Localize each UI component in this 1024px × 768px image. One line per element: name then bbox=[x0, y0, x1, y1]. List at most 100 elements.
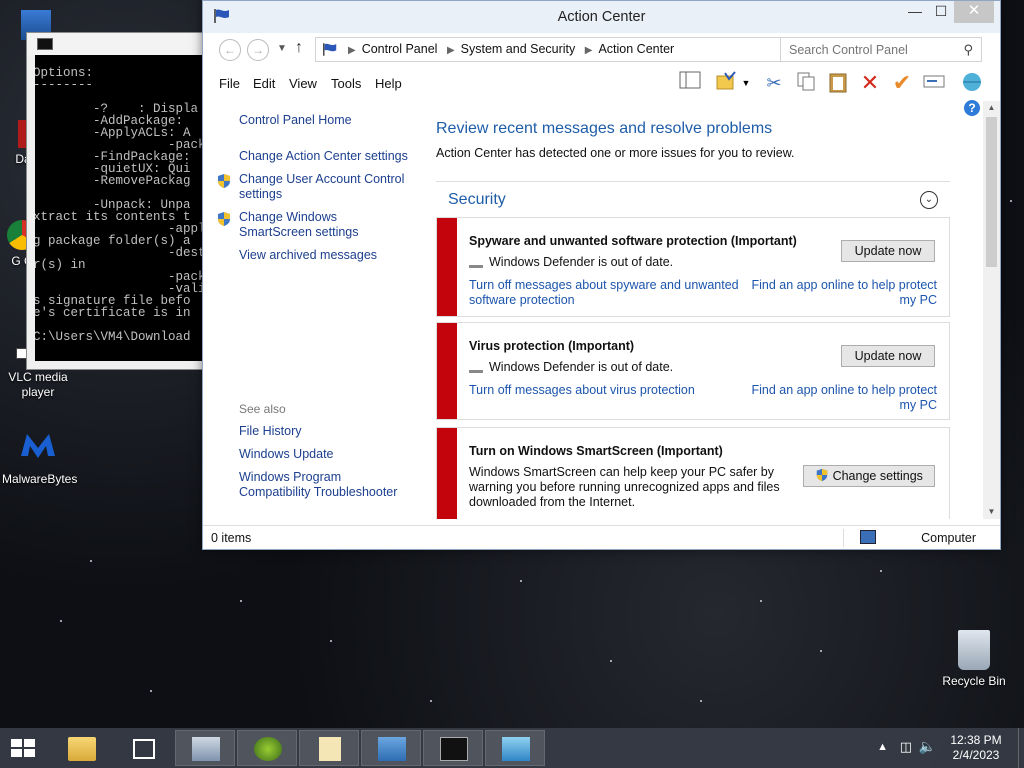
search-icon[interactable]: ⚲ bbox=[963, 42, 973, 58]
chevron-right-icon[interactable]: ▶ bbox=[585, 45, 593, 56]
network-computer-icon bbox=[378, 737, 406, 761]
rename-icon[interactable] bbox=[921, 71, 947, 95]
action-center-window[interactable]: Action Center — ☐ ✕ ← → ▼ ↑ ▶ Control Pan… bbox=[202, 0, 1001, 550]
card-title: Spyware and unwanted software protection… bbox=[469, 234, 797, 248]
folder-icon bbox=[68, 737, 96, 761]
menu-help[interactable]: Help bbox=[375, 76, 402, 91]
clock-date: 2/4/2023 bbox=[952, 748, 1000, 762]
checkmark-icon[interactable]: ✔ bbox=[889, 71, 915, 95]
cut-icon[interactable]: ✂ bbox=[761, 71, 787, 95]
title-bar[interactable]: Action Center — ☐ ✕ bbox=[203, 1, 1000, 33]
menu-view[interactable]: View bbox=[289, 76, 317, 91]
nav-change-uac-settings[interactable]: Change User Account Control settings bbox=[239, 172, 409, 202]
defender-icon bbox=[469, 363, 483, 373]
desktop-icon-malwarebytes[interactable]: MalwareBytes bbox=[2, 426, 77, 487]
desktop-icon-recycle-bin[interactable]: Recycle Bin bbox=[938, 630, 1010, 689]
recent-locations-button[interactable]: ▼ bbox=[277, 43, 287, 54]
item-count: 0 items bbox=[211, 531, 252, 545]
taskbar-network-setup[interactable] bbox=[361, 730, 421, 766]
taskbar-app-gecko[interactable] bbox=[237, 730, 297, 766]
nav-change-smartscreen-settings[interactable]: Change Windows SmartScreen settings bbox=[239, 210, 409, 240]
gecko-icon bbox=[254, 737, 282, 761]
address-row: ← → ▼ ↑ ▶ Control Panel ▶ System and Secur… bbox=[203, 37, 1000, 63]
card-title: Turn on Windows SmartScreen (Important) bbox=[469, 444, 723, 458]
menu-edit[interactable]: Edit bbox=[253, 76, 275, 91]
breadcrumb-action-center[interactable]: Action Center bbox=[598, 42, 674, 56]
menu-tools[interactable]: Tools bbox=[331, 76, 361, 91]
folder-properties-icon[interactable] bbox=[713, 71, 739, 95]
chevron-down-icon: ▼ bbox=[277, 43, 287, 54]
volume-icon[interactable]: 🔈 bbox=[919, 738, 936, 755]
nav-view-archived-messages[interactable]: View archived messages bbox=[239, 248, 409, 263]
nav-compatibility-troubleshooter[interactable]: Windows Program Compatibility Troublesho… bbox=[239, 470, 414, 500]
vertical-scrollbar[interactable]: ▲ ▼ bbox=[983, 101, 1000, 519]
close-button[interactable]: ✕ bbox=[954, 1, 994, 23]
critical-severity-bar bbox=[437, 218, 457, 316]
copy-icon[interactable] bbox=[793, 71, 819, 95]
malwarebytes-icon bbox=[17, 426, 59, 468]
critical-severity-bar bbox=[437, 323, 457, 419]
taskbar-notepad[interactable] bbox=[299, 730, 359, 766]
delete-icon[interactable]: ✕ bbox=[857, 71, 883, 95]
taskbar-control-panel[interactable] bbox=[485, 730, 545, 766]
options-icon[interactable] bbox=[959, 71, 985, 95]
forward-arrow-icon: → bbox=[252, 43, 264, 57]
turn-off-messages-link[interactable]: Turn off messages about spyware and unwa… bbox=[469, 278, 739, 308]
layout-icon[interactable] bbox=[677, 71, 703, 95]
start-button[interactable] bbox=[8, 736, 38, 760]
section-security-heading[interactable]: Security bbox=[448, 191, 506, 209]
message-card-spyware: Spyware and unwanted software protection… bbox=[436, 217, 950, 317]
update-now-button[interactable]: Update now bbox=[841, 345, 935, 367]
nav-file-history[interactable]: File History bbox=[239, 424, 409, 439]
console-text: Options: -------- -? : Displa -AddPackag… bbox=[35, 66, 206, 344]
scrollbar-thumb[interactable] bbox=[986, 117, 997, 267]
taskbar-command-prompt[interactable] bbox=[423, 730, 483, 766]
collapse-section-button[interactable]: ⌄ bbox=[920, 191, 938, 209]
search-box[interactable]: ⚲ bbox=[780, 37, 982, 62]
back-arrow-icon: ← bbox=[224, 43, 236, 57]
paste-icon[interactable] bbox=[825, 71, 851, 95]
show-desktop-button[interactable] bbox=[1018, 728, 1024, 768]
turn-off-messages-link[interactable]: Turn off messages about virus protection bbox=[469, 383, 739, 398]
find-app-online-link[interactable]: Find an app online to help protect my PC bbox=[747, 278, 937, 308]
scroll-up-icon[interactable]: ▲ bbox=[983, 101, 1000, 115]
nav-control-panel-home[interactable]: Control Panel Home bbox=[239, 113, 409, 128]
console-titlebar[interactable] bbox=[27, 33, 213, 55]
nav-change-action-center-settings[interactable]: Change Action Center settings bbox=[239, 149, 409, 164]
performance-monitor-icon bbox=[192, 737, 220, 761]
breadcrumb: ▶ Control Panel ▶ System and Security ▶ Act… bbox=[342, 38, 674, 62]
back-button[interactable]: ← bbox=[219, 39, 241, 61]
card-title: Virus protection (Important) bbox=[469, 339, 635, 353]
uac-shield-icon bbox=[218, 174, 230, 188]
clock[interactable]: 12:38 PM 2/4/2023 bbox=[946, 733, 1006, 763]
dropdown-arrow-icon[interactable]: ▼ bbox=[739, 71, 753, 95]
search-input[interactable] bbox=[781, 38, 951, 61]
status-divider bbox=[843, 529, 844, 547]
console-window[interactable]: Options: -------- -? : Displa -AddPackag… bbox=[26, 32, 214, 370]
card-status: Windows Defender is out of date. bbox=[469, 360, 673, 374]
update-now-button[interactable]: Update now bbox=[841, 240, 935, 262]
console-output[interactable]: Options: -------- -? : Displa -AddPackag… bbox=[35, 55, 213, 361]
change-settings-button[interactable]: Change settings bbox=[803, 465, 935, 487]
network-icon[interactable]: ◫ bbox=[900, 739, 912, 755]
show-hidden-icons-icon[interactable]: ▲ bbox=[877, 741, 888, 753]
taskbar-file-explorer[interactable] bbox=[51, 730, 111, 766]
menu-file[interactable]: File bbox=[219, 76, 240, 91]
windows-logo-icon bbox=[11, 739, 35, 757]
uac-shield-icon bbox=[816, 468, 828, 482]
breadcrumb-system-security[interactable]: System and Security bbox=[461, 42, 576, 56]
chevron-down-icon: ⌄ bbox=[924, 194, 934, 205]
find-app-online-link[interactable]: Find an app online to help protect my PC bbox=[747, 383, 937, 413]
nav-windows-update[interactable]: Windows Update bbox=[239, 447, 409, 462]
up-button[interactable]: ↑ bbox=[295, 39, 303, 57]
minimize-button[interactable]: — bbox=[902, 1, 928, 23]
message-card-virus: Virus protection (Important) Windows Def… bbox=[436, 322, 950, 420]
taskbar-performance-monitor[interactable] bbox=[175, 730, 235, 766]
scroll-down-icon[interactable]: ▼ bbox=[983, 505, 1000, 519]
forward-button[interactable]: → bbox=[247, 39, 269, 61]
maximize-button[interactable]: ☐ bbox=[928, 1, 954, 23]
breadcrumb-control-panel[interactable]: Control Panel bbox=[362, 42, 438, 56]
command-prompt-icon bbox=[440, 737, 468, 761]
taskbar-task-view[interactable] bbox=[113, 730, 173, 766]
chevron-right-icon[interactable]: ▶ bbox=[447, 45, 455, 56]
